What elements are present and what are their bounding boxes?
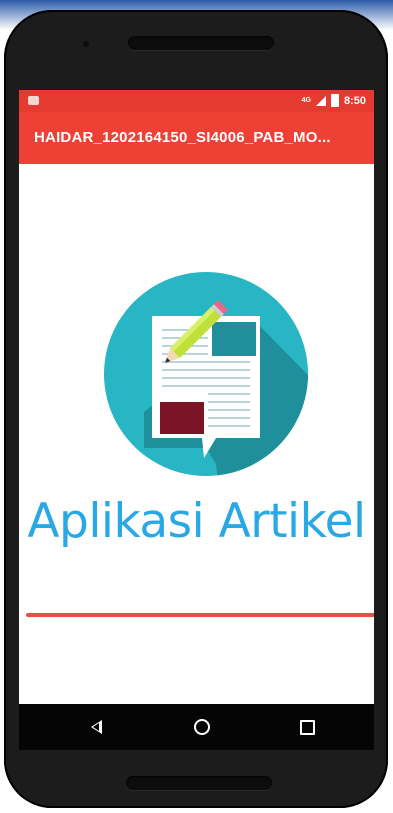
- battery-icon: [330, 94, 339, 107]
- app-bar: HAIDAR_1202164150_SI4006_PAB_MO...: [19, 112, 374, 164]
- bottom-speaker: [126, 776, 272, 790]
- front-camera: [82, 40, 90, 48]
- main-content: Aplikasi Artikel: [19, 164, 374, 704]
- app-headline: Aplikasi Artikel: [27, 494, 366, 549]
- status-bar: 4G 8:50: [19, 90, 374, 112]
- notification-icon: [28, 96, 39, 105]
- status-time: 8:50: [343, 94, 366, 107]
- top-speaker: [128, 36, 274, 50]
- phone-frame: 4G 8:50 HAIDAR_1202164150_SI4006_PAB_MO.…: [4, 10, 388, 808]
- back-triangle-icon: [90, 720, 102, 734]
- device-screen: 4G 8:50 HAIDAR_1202164150_SI4006_PAB_MO.…: [19, 90, 374, 750]
- nav-recents-button[interactable]: [295, 715, 319, 739]
- headline-divider: [26, 613, 374, 617]
- home-circle-icon: [194, 719, 210, 735]
- app-title: HAIDAR_1202164150_SI4006_PAB_MO...: [34, 129, 331, 146]
- status-right-group: 4G 8:50: [302, 94, 366, 107]
- navigation-bar: [19, 704, 374, 750]
- article-edit-logo-icon: [104, 272, 308, 476]
- nav-home-button[interactable]: [190, 715, 214, 739]
- network-type-label: 4G: [301, 97, 311, 104]
- signal-icon: [315, 95, 326, 106]
- recents-square-icon: [299, 719, 315, 735]
- nav-back-button[interactable]: [84, 715, 108, 739]
